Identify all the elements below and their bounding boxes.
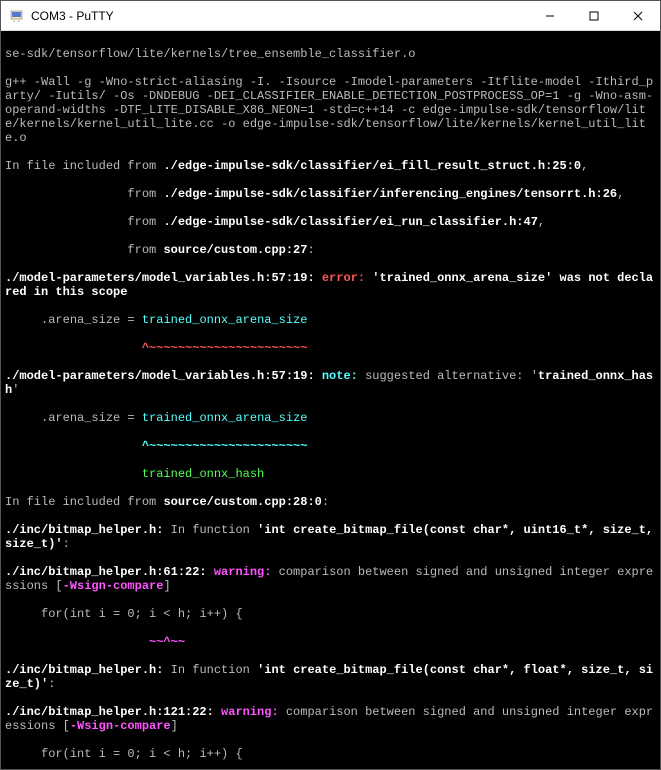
output-line: for(int i = 0; i < h; i++) { xyxy=(5,607,656,621)
warning-line: ./inc/bitmap_helper.h:61:22: warning: co… xyxy=(5,565,656,593)
titlebar: COM3 - PuTTY xyxy=(1,1,660,31)
putty-window: COM3 - PuTTY se-sdk/tensorflow/lite/kern… xyxy=(0,0,661,770)
window-controls xyxy=(528,1,660,31)
output-line: In file included from ./edge-impulse-sdk… xyxy=(5,159,656,173)
note-line: ./model-parameters/model_variables.h:57:… xyxy=(5,369,656,397)
output-line: ^~~~~~~~~~~~~~~~~~~~~~~ xyxy=(5,439,656,453)
error-line: ./model-parameters/model_variables.h:57:… xyxy=(5,271,656,299)
close-button[interactable] xyxy=(616,1,660,31)
maximize-button[interactable] xyxy=(572,1,616,31)
output-line: ./inc/bitmap_helper.h: In function 'int … xyxy=(5,663,656,691)
output-line: for(int i = 0; i < h; i++) { xyxy=(5,747,656,761)
output-line: trained_onnx_hash xyxy=(5,467,656,481)
output-line: ~~^~~ xyxy=(5,635,656,649)
output-line: from source/custom.cpp:27: xyxy=(5,243,656,257)
output-line: .arena_size = trained_onnx_arena_size xyxy=(5,411,656,425)
output-line: .arena_size = trained_onnx_arena_size xyxy=(5,313,656,327)
window-title: COM3 - PuTTY xyxy=(31,9,528,23)
output-line: from ./edge-impulse-sdk/classifier/infer… xyxy=(5,187,656,201)
output-line: ./inc/bitmap_helper.h: In function 'int … xyxy=(5,523,656,551)
terminal-output[interactable]: se-sdk/tensorflow/lite/kernels/tree_ense… xyxy=(1,31,660,769)
warning-line: ./inc/bitmap_helper.h:121:22: warning: c… xyxy=(5,705,656,733)
minimize-button[interactable] xyxy=(528,1,572,31)
output-line: ^~~~~~~~~~~~~~~~~~~~~~~ xyxy=(5,341,656,355)
output-line: g++ -Wall -g -Wno-strict-aliasing -I. -I… xyxy=(5,75,656,145)
output-line: from ./edge-impulse-sdk/classifier/ei_ru… xyxy=(5,215,656,229)
putty-icon xyxy=(9,8,25,24)
output-line: In file included from source/custom.cpp:… xyxy=(5,495,656,509)
output-line: se-sdk/tensorflow/lite/kernels/tree_ense… xyxy=(5,47,656,61)
